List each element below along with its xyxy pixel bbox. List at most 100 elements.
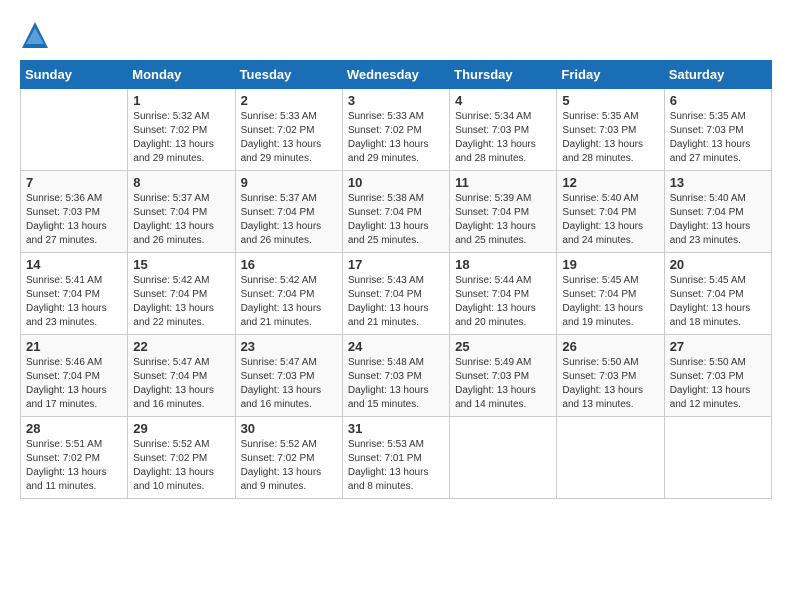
- day-info: Sunrise: 5:35 AM Sunset: 7:03 PM Dayligh…: [562, 110, 658, 166]
- calendar-cell: 14 Sunrise: 5:41 AM Sunset: 7:04 PM Dayli…: [21, 253, 128, 335]
- day-number: 26: [562, 339, 658, 354]
- calendar-cell: 24 Sunrise: 5:48 AM Sunset: 7:03 PM Dayli…: [342, 335, 449, 417]
- day-number: 24: [348, 339, 444, 354]
- day-info: Sunrise: 5:37 AM Sunset: 7:04 PM Dayligh…: [133, 192, 229, 248]
- day-info: Sunrise: 5:39 AM Sunset: 7:04 PM Dayligh…: [455, 192, 551, 248]
- day-number: 3: [348, 93, 444, 108]
- day-info: Sunrise: 5:48 AM Sunset: 7:03 PM Dayligh…: [348, 356, 444, 412]
- day-info: Sunrise: 5:47 AM Sunset: 7:03 PM Dayligh…: [241, 356, 337, 412]
- calendar-cell: 17 Sunrise: 5:43 AM Sunset: 7:04 PM Dayli…: [342, 253, 449, 335]
- day-info: Sunrise: 5:42 AM Sunset: 7:04 PM Dayligh…: [241, 274, 337, 330]
- day-number: 30: [241, 421, 337, 436]
- day-info: Sunrise: 5:46 AM Sunset: 7:04 PM Dayligh…: [26, 356, 122, 412]
- calendar-week-row: 14 Sunrise: 5:41 AM Sunset: 7:04 PM Dayli…: [21, 253, 772, 335]
- calendar-cell: 4 Sunrise: 5:34 AM Sunset: 7:03 PM Daylig…: [450, 89, 557, 171]
- weekday-header: Tuesday: [235, 61, 342, 89]
- day-number: 1: [133, 93, 229, 108]
- calendar-cell: 11Sunrise: 5:39 AM Sunset: 7:04 PM Dayli…: [450, 171, 557, 253]
- day-info: Sunrise: 5:37 AM Sunset: 7:04 PM Dayligh…: [241, 192, 337, 248]
- day-info: Sunrise: 5:40 AM Sunset: 7:04 PM Dayligh…: [670, 192, 766, 248]
- day-info: Sunrise: 5:44 AM Sunset: 7:04 PM Dayligh…: [455, 274, 551, 330]
- weekday-header: Wednesday: [342, 61, 449, 89]
- day-number: 14: [26, 257, 122, 272]
- calendar-cell: 30 Sunrise: 5:52 AM Sunset: 7:02 PM Dayli…: [235, 417, 342, 499]
- calendar-cell: 12Sunrise: 5:40 AM Sunset: 7:04 PM Dayli…: [557, 171, 664, 253]
- day-number: 31: [348, 421, 444, 436]
- day-info: Sunrise: 5:34 AM Sunset: 7:03 PM Dayligh…: [455, 110, 551, 166]
- day-number: 9: [241, 175, 337, 190]
- calendar-cell: 5 Sunrise: 5:35 AM Sunset: 7:03 PM Daylig…: [557, 89, 664, 171]
- calendar-cell: 9 Sunrise: 5:37 AM Sunset: 7:04 PM Daylig…: [235, 171, 342, 253]
- day-number: 12: [562, 175, 658, 190]
- calendar-week-row: 1 Sunrise: 5:32 AM Sunset: 7:02 PM Daylig…: [21, 89, 772, 171]
- calendar-cell: 23 Sunrise: 5:47 AM Sunset: 7:03 PM Dayli…: [235, 335, 342, 417]
- day-info: Sunrise: 5:32 AM Sunset: 7:02 PM Dayligh…: [133, 110, 229, 166]
- day-number: 16: [241, 257, 337, 272]
- day-number: 7: [26, 175, 122, 190]
- day-number: 13: [670, 175, 766, 190]
- calendar-cell: 7 Sunrise: 5:36 AM Sunset: 7:03 PM Daylig…: [21, 171, 128, 253]
- calendar-cell: 31 Sunrise: 5:53 AM Sunset: 7:01 PM Dayli…: [342, 417, 449, 499]
- day-number: 2: [241, 93, 337, 108]
- calendar-week-row: 21 Sunrise: 5:46 AM Sunset: 7:04 PM Dayli…: [21, 335, 772, 417]
- day-number: 8: [133, 175, 229, 190]
- day-number: 15: [133, 257, 229, 272]
- day-number: 17: [348, 257, 444, 272]
- day-info: Sunrise: 5:43 AM Sunset: 7:04 PM Dayligh…: [348, 274, 444, 330]
- day-info: Sunrise: 5:50 AM Sunset: 7:03 PM Dayligh…: [670, 356, 766, 412]
- day-number: 18: [455, 257, 551, 272]
- day-number: 28: [26, 421, 122, 436]
- day-number: 29: [133, 421, 229, 436]
- calendar-week-row: 7 Sunrise: 5:36 AM Sunset: 7:03 PM Daylig…: [21, 171, 772, 253]
- day-info: Sunrise: 5:47 AM Sunset: 7:04 PM Dayligh…: [133, 356, 229, 412]
- calendar-cell: 1 Sunrise: 5:32 AM Sunset: 7:02 PM Daylig…: [128, 89, 235, 171]
- day-number: 23: [241, 339, 337, 354]
- calendar-cell: 25Sunrise: 5:49 AM Sunset: 7:03 PM Dayli…: [450, 335, 557, 417]
- calendar-cell: 18 Sunrise: 5:44 AM Sunset: 7:04 PM Dayli…: [450, 253, 557, 335]
- calendar-cell: [557, 417, 664, 499]
- day-number: 5: [562, 93, 658, 108]
- calendar-cell: 3 Sunrise: 5:33 AM Sunset: 7:02 PM Daylig…: [342, 89, 449, 171]
- calendar-week-row: 28 Sunrise: 5:51 AM Sunset: 7:02 PM Dayli…: [21, 417, 772, 499]
- calendar-cell: 28 Sunrise: 5:51 AM Sunset: 7:02 PM Dayli…: [21, 417, 128, 499]
- day-number: 21: [26, 339, 122, 354]
- calendar-cell: 19Sunrise: 5:45 AM Sunset: 7:04 PM Dayli…: [557, 253, 664, 335]
- calendar-cell: 16 Sunrise: 5:42 AM Sunset: 7:04 PM Dayli…: [235, 253, 342, 335]
- calendar-cell: 10 Sunrise: 5:38 AM Sunset: 7:04 PM Dayli…: [342, 171, 449, 253]
- day-number: 6: [670, 93, 766, 108]
- day-info: Sunrise: 5:38 AM Sunset: 7:04 PM Dayligh…: [348, 192, 444, 248]
- day-info: Sunrise: 5:36 AM Sunset: 7:03 PM Dayligh…: [26, 192, 122, 248]
- day-info: Sunrise: 5:50 AM Sunset: 7:03 PM Dayligh…: [562, 356, 658, 412]
- day-info: Sunrise: 5:53 AM Sunset: 7:01 PM Dayligh…: [348, 438, 444, 494]
- day-info: Sunrise: 5:33 AM Sunset: 7:02 PM Dayligh…: [241, 110, 337, 166]
- day-info: Sunrise: 5:41 AM Sunset: 7:04 PM Dayligh…: [26, 274, 122, 330]
- weekday-header: Sunday: [21, 61, 128, 89]
- calendar-cell: [21, 89, 128, 171]
- day-info: Sunrise: 5:49 AM Sunset: 7:03 PM Dayligh…: [455, 356, 551, 412]
- day-number: 27: [670, 339, 766, 354]
- page-header: [20, 20, 772, 50]
- logo-icon: [20, 20, 50, 50]
- calendar-cell: 29 Sunrise: 5:52 AM Sunset: 7:02 PM Dayli…: [128, 417, 235, 499]
- calendar-cell: [450, 417, 557, 499]
- calendar-cell: 13 Sunrise: 5:40 AM Sunset: 7:04 PM Dayli…: [664, 171, 771, 253]
- calendar-table: SundayMondayTuesdayWednesdayThursdayFrid…: [20, 60, 772, 499]
- calendar-cell: 15 Sunrise: 5:42 AM Sunset: 7:04 PM Dayli…: [128, 253, 235, 335]
- day-number: 10: [348, 175, 444, 190]
- day-number: 19: [562, 257, 658, 272]
- day-info: Sunrise: 5:52 AM Sunset: 7:02 PM Dayligh…: [133, 438, 229, 494]
- calendar-cell: 26 Sunrise: 5:50 AM Sunset: 7:03 PM Dayli…: [557, 335, 664, 417]
- logo: [20, 20, 54, 50]
- day-info: Sunrise: 5:35 AM Sunset: 7:03 PM Dayligh…: [670, 110, 766, 166]
- calendar-cell: 2 Sunrise: 5:33 AM Sunset: 7:02 PM Daylig…: [235, 89, 342, 171]
- day-info: Sunrise: 5:51 AM Sunset: 7:02 PM Dayligh…: [26, 438, 122, 494]
- day-info: Sunrise: 5:33 AM Sunset: 7:02 PM Dayligh…: [348, 110, 444, 166]
- calendar-cell: 6 Sunrise: 5:35 AM Sunset: 7:03 PM Daylig…: [664, 89, 771, 171]
- weekday-header: Monday: [128, 61, 235, 89]
- day-number: 4: [455, 93, 551, 108]
- day-info: Sunrise: 5:42 AM Sunset: 7:04 PM Dayligh…: [133, 274, 229, 330]
- calendar-cell: 22Sunrise: 5:47 AM Sunset: 7:04 PM Dayli…: [128, 335, 235, 417]
- calendar-cell: 20Sunrise: 5:45 AM Sunset: 7:04 PM Dayli…: [664, 253, 771, 335]
- day-info: Sunrise: 5:52 AM Sunset: 7:02 PM Dayligh…: [241, 438, 337, 494]
- weekday-header: Friday: [557, 61, 664, 89]
